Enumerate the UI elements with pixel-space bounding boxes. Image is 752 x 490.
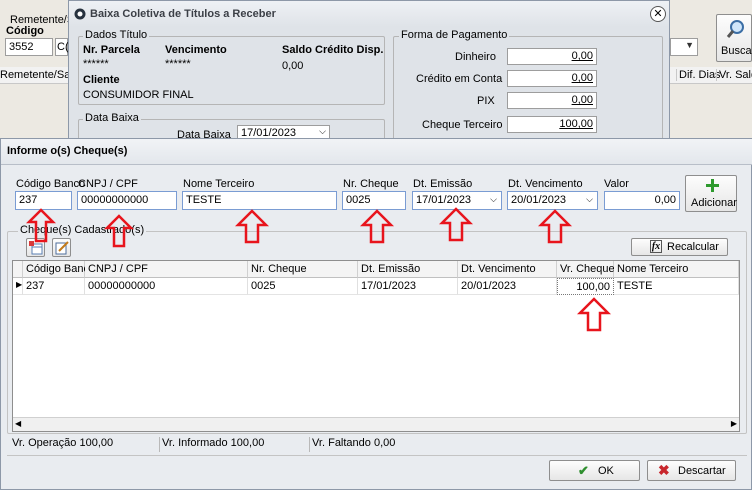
table-row-cell[interactable]: 0025 xyxy=(248,278,358,295)
row-indicator-header xyxy=(13,261,23,278)
plus-icon xyxy=(706,179,719,192)
table-row-cell[interactable]: TESTE xyxy=(614,278,739,295)
nr-cheque-input[interactable]: 0025 xyxy=(342,191,406,210)
nome-terceiro-input[interactable]: TESTE xyxy=(182,191,337,210)
dt-vencimento-input[interactable]: 20/01/2023 ⌵ xyxy=(507,191,598,210)
adicionar-button[interactable]: Adicionar xyxy=(685,175,737,212)
chevron-down-icon: ⌵ xyxy=(586,194,593,204)
vencimento-value: ****** xyxy=(165,58,191,70)
table-row-cell[interactable]: 00000000000 xyxy=(85,278,248,295)
function-icon: fx xyxy=(650,240,662,253)
col-dt-emissao[interactable]: Dt. Emissão xyxy=(358,261,458,278)
data-baixa-group-label: Data Baixa xyxy=(83,112,141,124)
forma-pagamento-label: Forma de Pagamento xyxy=(399,29,510,41)
saldo-credito-value: 0,00 xyxy=(282,60,304,72)
dt-emissao-value: 17/01/2023 xyxy=(416,194,472,206)
cheque-terceiro-label: Cheque Terceiro xyxy=(422,119,503,131)
cheques-dialog-title: Informe o(s) Cheque(s) xyxy=(7,145,128,157)
cliente-value: CONSUMIDOR FINAL xyxy=(83,89,194,101)
app-icon xyxy=(74,8,86,20)
nr-parcela-label: Nr. Parcela xyxy=(83,44,140,56)
recalcular-button[interactable]: fx Recalcular xyxy=(631,238,728,256)
descartar-label: Descartar xyxy=(678,465,726,477)
table-row-cell[interactable]: 100,00 xyxy=(557,278,614,295)
nome-terceiro-label: Nome Terceiro xyxy=(183,178,255,190)
pix-label: PIX xyxy=(477,95,495,107)
dialog-titlebar[interactable]: Baixa Coletiva de Títulos a Receber ✕ xyxy=(69,1,669,27)
nr-parcela-value: ****** xyxy=(83,58,109,70)
chevron-down-icon: ▼ xyxy=(685,40,694,50)
document-edit-icon xyxy=(55,241,69,255)
valor-label: Valor xyxy=(604,178,629,190)
close-icon: ✖ xyxy=(658,462,670,478)
col-nome-terceiro[interactable]: Nome Terceiro xyxy=(614,261,739,278)
credito-conta-label: Crédito em Conta xyxy=(416,73,503,85)
baixa-coletiva-dialog: Baixa Coletiva de Títulos a Receber ✕ Da… xyxy=(68,0,670,143)
close-icon[interactable]: ✕ xyxy=(650,6,666,22)
dt-vencimento-label: Dt. Vencimento xyxy=(508,178,583,190)
ok-label: OK xyxy=(598,465,614,477)
adicionar-label: Adicionar xyxy=(691,197,737,209)
cheques-cadastrados-label: Cheque(s) Cadastrado(s) xyxy=(18,224,147,236)
codigo-banco-input[interactable]: 237 xyxy=(15,191,72,210)
buscar-label: Buscar xyxy=(721,45,752,57)
codigo-banco-label: Código Banco xyxy=(16,178,86,190)
row-pointer-icon: ▶ xyxy=(13,278,23,295)
chevron-down-icon: ⌵ xyxy=(490,194,497,204)
cnpj-input[interactable]: 00000000000 xyxy=(77,191,177,210)
status-vr-operacao: Vr. Operação 100,00 xyxy=(12,437,160,452)
descartar-button[interactable]: ✖ Descartar xyxy=(647,460,736,481)
dados-titulo-label: Dados Título xyxy=(83,29,150,41)
checkmark-icon: ✔ xyxy=(578,463,589,478)
recalcular-label: Recalcular xyxy=(667,241,719,253)
table-row-cell[interactable]: 237 xyxy=(23,278,85,295)
status-vr-informado: Vr. Informado 100,00 xyxy=(162,437,310,452)
filter-combo[interactable]: ▼ xyxy=(670,38,698,56)
buscar-button[interactable]: Buscar xyxy=(716,14,752,62)
scroll-right-icon[interactable]: ▶ xyxy=(731,419,737,428)
col-vr-cheque[interactable]: Vr. Cheque xyxy=(557,261,615,278)
col-dt-vencimento[interactable]: Dt. Vencimento xyxy=(458,261,557,278)
col-nr-cheque[interactable]: Nr. Cheque xyxy=(248,261,358,278)
status-vr-faltando: Vr. Faltando 0,00 xyxy=(312,437,396,449)
new-record-button[interactable] xyxy=(26,238,45,257)
cheque-terceiro-input[interactable]: 100,00 xyxy=(507,116,597,133)
horizontal-scrollbar[interactable]: ◀ ▶ xyxy=(13,417,739,431)
edit-record-button[interactable] xyxy=(52,238,71,257)
scroll-left-icon[interactable]: ◀ xyxy=(15,419,21,428)
footer-divider xyxy=(7,455,747,456)
cnpj-label: CNPJ / CPF xyxy=(78,178,138,190)
cheques-grid[interactable]: Código Banco CNPJ / CPF Nr. Cheque Dt. E… xyxy=(12,260,740,432)
table-row-cell[interactable]: 20/01/2023 xyxy=(458,278,557,295)
saldo-credito-label: Saldo Crédito Disp. xyxy=(282,44,384,56)
vencimento-label: Vencimento xyxy=(165,44,227,56)
col-cnpj[interactable]: CNPJ / CPF xyxy=(85,261,248,278)
search-icon xyxy=(726,20,744,38)
codigo-description-input[interactable]: C( xyxy=(55,38,69,56)
cheques-dialog-titlebar[interactable]: Informe o(s) Cheque(s) xyxy=(1,139,752,165)
chevron-down-icon: ⌵ xyxy=(319,126,326,136)
dinheiro-input[interactable]: 0,00 xyxy=(507,48,597,65)
dt-emissao-input[interactable]: 17/01/2023 ⌵ xyxy=(412,191,502,210)
nr-cheque-label: Nr. Cheque xyxy=(343,178,399,190)
codigo-input[interactable]: 3552 xyxy=(5,38,53,56)
dt-vencimento-value: 20/01/2023 xyxy=(511,194,567,206)
dinheiro-label: Dinheiro xyxy=(455,51,496,63)
cliente-label: Cliente xyxy=(83,74,120,86)
table-row-cell[interactable]: 17/01/2023 xyxy=(358,278,458,295)
col-dif-dias: Dif. Dias xyxy=(676,69,721,81)
dt-emissao-label: Dt. Emissão xyxy=(413,178,473,190)
valor-input[interactable]: 0,00 xyxy=(604,191,680,210)
informe-cheques-dialog: Informe o(s) Cheque(s) Código Banco 237 … xyxy=(0,138,752,490)
credito-conta-input[interactable]: 0,00 xyxy=(507,70,597,87)
pix-input[interactable]: 0,00 xyxy=(507,92,597,109)
codigo-label: Código xyxy=(6,25,44,37)
col-vr-saldo: Vr. Sald xyxy=(716,69,752,81)
dialog-title: Baixa Coletiva de Títulos a Receber xyxy=(90,8,276,20)
col-codigo-banco[interactable]: Código Banco xyxy=(23,261,95,278)
ok-button[interactable]: ✔ OK xyxy=(549,460,640,481)
table-add-icon xyxy=(29,241,43,255)
